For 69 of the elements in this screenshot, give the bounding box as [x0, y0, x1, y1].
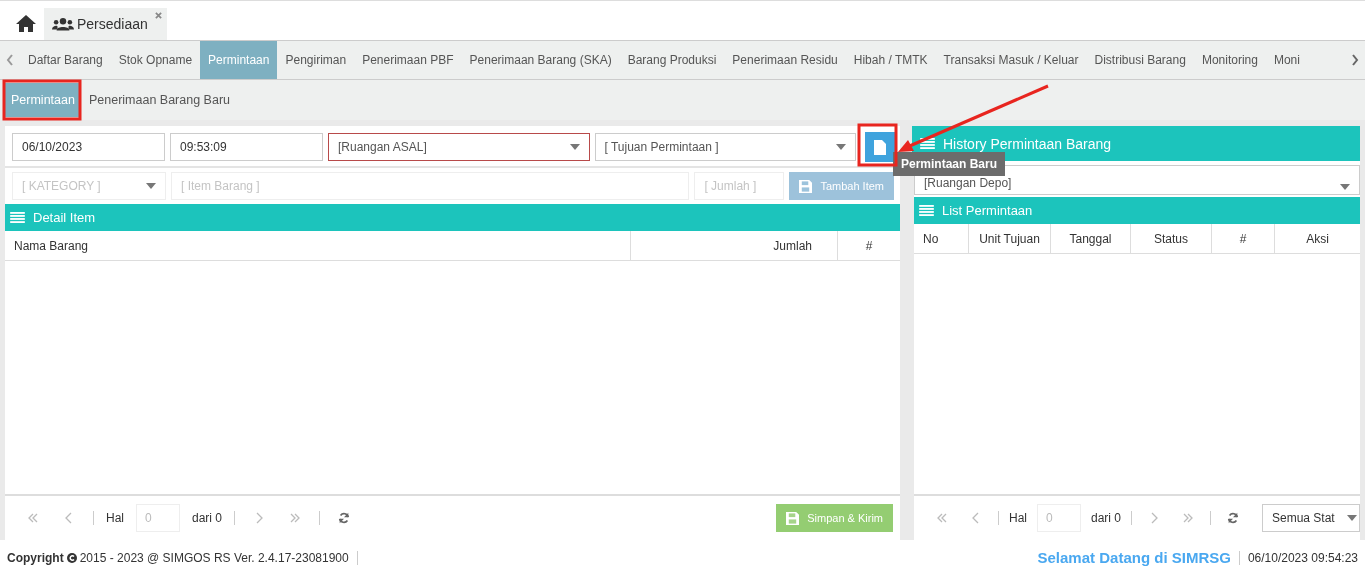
caret-icon — [836, 144, 846, 150]
menu-tab[interactable]: Stok Opname — [110, 41, 201, 79]
destination-select[interactable]: [ Tujuan Permintaan ] — [594, 133, 856, 161]
last-page-icon[interactable] — [289, 512, 302, 524]
copyright-text: Copyright 2015 - 2023 @ SIMGOS RS Ver. 2.4.17-23081900 — [7, 550, 349, 565]
column-header: Status — [1130, 224, 1211, 253]
new-request-button[interactable] — [865, 132, 895, 162]
panel-title: List Permintaan — [942, 203, 1033, 218]
page-count: dari 0 — [1091, 511, 1122, 525]
item-field[interactable]: [ Item Barang ] — [171, 172, 690, 200]
menu-tab[interactable]: Distribusi Barang — [1086, 41, 1194, 79]
panel-title: Detail Item — [33, 210, 96, 225]
page-count: dari 0 — [192, 511, 223, 525]
column-header: # — [837, 231, 900, 260]
menu-tab[interactable]: Penerimaan Residu — [724, 41, 846, 79]
menu-tab[interactable]: Daftar Barang — [20, 41, 111, 79]
panel-title: History Permintaan Barang — [943, 135, 1112, 152]
highlight-frame — [857, 123, 898, 167]
refresh-icon[interactable] — [338, 512, 351, 524]
footer-datetime: 06/10/2023 09:54:23 — [1247, 550, 1358, 565]
menu-tab[interactable]: Pengiriman — [277, 41, 355, 79]
menu-tab[interactable]: Monitoring — [1193, 41, 1266, 79]
close-icon[interactable] — [154, 12, 162, 19]
column-header: No — [922, 230, 940, 248]
caret-icon — [1340, 184, 1350, 190]
column-header: Nama Barang — [13, 237, 90, 255]
caret-icon — [1347, 515, 1357, 521]
time-field[interactable]: 09:53:09 — [170, 133, 323, 161]
page-field[interactable]: 0 — [136, 504, 180, 532]
module-tab[interactable]: Persediaan — [44, 8, 167, 40]
menu-tab[interactable]: Barang Produksi — [619, 41, 725, 79]
menu-tab[interactable]: Moni — [1265, 41, 1308, 79]
scroll-right-icon[interactable] — [1351, 54, 1359, 66]
document-icon — [874, 139, 886, 155]
menu-tab[interactable]: Transaksi Masuk / Keluar — [935, 41, 1087, 79]
caret-icon — [146, 183, 156, 189]
menu-tab[interactable]: Penerimaan PBF — [354, 41, 462, 79]
caret-icon — [569, 144, 580, 150]
origin-room-select[interactable]: [Ruangan ASAL] — [328, 133, 590, 161]
home-icon[interactable] — [16, 14, 36, 32]
save-icon — [799, 179, 813, 193]
column-header: Unit Tujuan — [968, 224, 1050, 253]
welcome-text: Selamat Datang di SIMRSG — [1037, 549, 1231, 566]
list-icon — [10, 212, 25, 223]
refresh-icon[interactable] — [1227, 512, 1240, 524]
page-label: Hal — [1009, 511, 1027, 525]
module-tab-label: Persediaan — [77, 16, 148, 32]
list-icon — [920, 138, 935, 149]
status-filter-select[interactable]: Semua Stat — [1262, 504, 1360, 532]
page-label: Hal — [106, 511, 124, 525]
copyright-icon — [66, 552, 77, 563]
menu-tab[interactable]: Penerimaan Barang (SKA) — [461, 41, 620, 79]
list-icon — [919, 205, 934, 216]
date-field[interactable]: 06/10/2023 — [12, 133, 165, 161]
column-header: Jumlah — [630, 231, 837, 260]
quantity-field[interactable]: [ Jumlah ] — [694, 172, 785, 200]
users-icon — [52, 17, 74, 31]
scroll-left-icon[interactable] — [6, 54, 14, 66]
menu-tab[interactable]: Hibah / TMTK — [845, 41, 936, 79]
page-field[interactable]: 0 — [1037, 504, 1081, 532]
save-icon — [786, 511, 800, 525]
first-page-icon[interactable] — [936, 512, 948, 524]
column-header: Tanggal — [1050, 224, 1130, 253]
column-header: # — [1211, 224, 1274, 253]
last-page-icon[interactable] — [1182, 512, 1195, 524]
sub-tab[interactable]: Penerimaan Barang Baru — [82, 83, 236, 117]
tooltip: Permintaan Baru — [893, 152, 1006, 176]
first-page-icon[interactable] — [27, 512, 39, 524]
column-header: Aksi — [1274, 224, 1360, 253]
